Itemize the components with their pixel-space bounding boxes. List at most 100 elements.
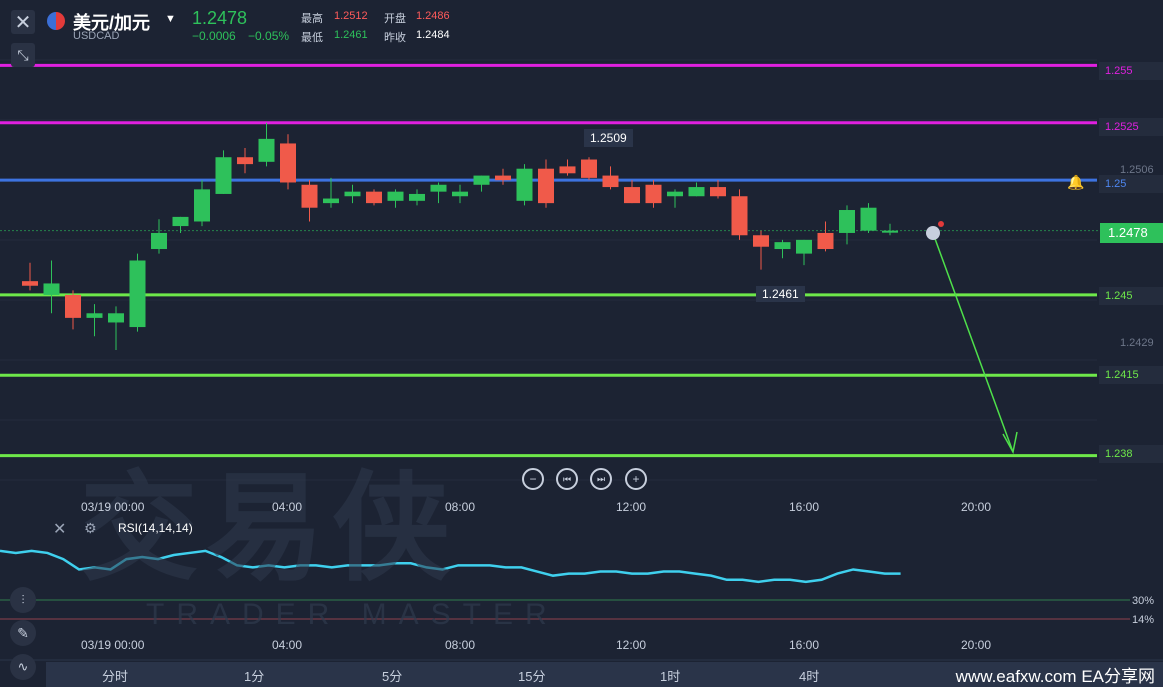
candle-body xyxy=(731,196,748,236)
price-change: −0.0006 xyxy=(192,29,236,43)
tab-15m[interactable]: 15分 xyxy=(518,666,545,685)
time-tick: 03/19 00:00 xyxy=(81,500,145,514)
candle-body xyxy=(667,191,683,197)
open-label: 开盘 xyxy=(384,13,406,25)
rsi-label: RSI(14,14,14) xyxy=(118,521,193,535)
candle-body xyxy=(215,157,232,194)
candle-body xyxy=(473,175,490,185)
time-tick: 16:00 xyxy=(789,638,820,652)
candle-body xyxy=(366,191,382,204)
skip-back-icon: ⏮ xyxy=(562,473,572,484)
collapse-arrows-icon[interactable]: ⤡ xyxy=(11,43,35,67)
time-tick: 04:00 xyxy=(272,500,303,514)
candle-body xyxy=(581,159,597,178)
candle-body xyxy=(860,207,877,231)
rsi-close-icon[interactable]: ✕ xyxy=(53,519,66,539)
low-label: 最低 xyxy=(301,32,323,44)
site-watermark: www.eafxw.com EA分享网 xyxy=(955,667,1155,686)
level-badge-1255: 1.255 xyxy=(1099,62,1163,80)
time-tick: 08:00 xyxy=(445,638,476,652)
watermark-sub: TRADER MASTER xyxy=(146,598,559,631)
candle-body xyxy=(452,191,468,197)
alarm-bell-icon[interactable]: 🔔 xyxy=(1067,174,1084,191)
candle-body xyxy=(43,283,60,295)
candle-body xyxy=(129,260,146,328)
rsi-level-30: 30% xyxy=(1132,595,1155,607)
candle-body xyxy=(753,235,769,247)
watermark: 交易侠 xyxy=(80,463,459,595)
candle-body xyxy=(237,157,253,165)
prev-close-label: 昨收 xyxy=(384,32,406,44)
next-button[interactable]: ⏭ xyxy=(590,468,612,490)
high-value: 1.2512 xyxy=(334,10,368,22)
time-tick: 12:00 xyxy=(616,638,647,652)
high-label: 最高 xyxy=(301,13,323,25)
indicator-icon[interactable]: ⫶ xyxy=(10,587,36,613)
candle-body xyxy=(688,187,705,197)
price-tick: 1.2429 xyxy=(1120,337,1154,349)
candle-body xyxy=(538,168,554,204)
candle-body xyxy=(409,193,425,201)
chart-type-icon[interactable]: ∿ xyxy=(10,654,36,680)
candle-body xyxy=(817,232,834,250)
candle-body xyxy=(516,168,533,201)
candle-body xyxy=(258,138,275,162)
candle-body xyxy=(65,294,81,318)
level-badge-12415: 1.2415 xyxy=(1099,366,1163,384)
pen-icon[interactable]: ✎ xyxy=(10,620,36,646)
candle-body xyxy=(151,232,167,250)
candle-body xyxy=(280,143,296,183)
candle-body xyxy=(108,313,124,323)
time-tick: 16:00 xyxy=(789,500,820,514)
alert-dot xyxy=(938,221,944,227)
tab-5m[interactable]: 5分 xyxy=(382,666,402,685)
zoom-out-button[interactable]: − xyxy=(522,468,544,490)
symbol: USDCAD xyxy=(73,30,120,42)
prev-close-value: 1.2484 xyxy=(416,29,450,41)
info-marker xyxy=(926,226,940,240)
tab-1h[interactable]: 1时 xyxy=(660,666,680,685)
candle-body xyxy=(86,313,103,318)
current-price: 1.2478 xyxy=(192,8,248,28)
level-badge-1238: 1.238 xyxy=(1099,445,1163,463)
candle-body xyxy=(430,184,447,192)
candle-body xyxy=(710,187,726,197)
candle-body xyxy=(602,175,619,188)
flag-icon xyxy=(47,12,65,30)
candle-body xyxy=(194,189,210,222)
rsi-level-14: 14% xyxy=(1132,614,1155,626)
open-value: 1.2486 xyxy=(416,10,450,22)
candle-body xyxy=(344,191,361,197)
low-annotation: 1.2461 xyxy=(756,286,805,302)
time-tick: 20:00 xyxy=(961,500,992,514)
header: ✕ ⤡ 美元/加元 ▼ USDCAD 1.2478 −0.0006 −0.05%… xyxy=(0,0,1163,67)
high-annotation: 1.2509 xyxy=(584,129,633,147)
candle-body xyxy=(559,166,576,174)
price-change-pct: −0.05% xyxy=(248,29,290,43)
candle-body xyxy=(882,230,898,233)
candle-body xyxy=(22,281,38,286)
candle-body xyxy=(796,239,812,254)
time-tick: 12:00 xyxy=(616,500,647,514)
zoom-in-button[interactable]: + xyxy=(625,468,647,490)
time-tick: 08:00 xyxy=(445,500,476,514)
prev-button[interactable]: ⏮ xyxy=(556,468,578,490)
candle-body xyxy=(323,198,339,204)
candle-body xyxy=(301,184,318,208)
price-tick: 1.2506 xyxy=(1120,164,1154,176)
time-tick: 04:00 xyxy=(272,638,303,652)
low-value: 1.2461 xyxy=(334,29,368,41)
tab-tick[interactable]: 分时 xyxy=(102,666,128,685)
current-price-badge: 1.2478 xyxy=(1100,223,1163,243)
tab-4h[interactable]: 4时 xyxy=(799,666,819,685)
time-tick: 20:00 xyxy=(961,638,992,652)
close-icon[interactable]: ✕ xyxy=(11,10,35,34)
plus-icon: + xyxy=(632,472,640,486)
chevron-down-icon[interactable]: ▼ xyxy=(165,13,176,25)
tab-1m[interactable]: 1分 xyxy=(244,666,264,685)
candle-body xyxy=(495,175,511,181)
settings-icon[interactable]: ⚙ xyxy=(84,520,97,537)
skip-forward-icon: ⏭ xyxy=(596,473,606,484)
candle-body xyxy=(839,210,855,233)
level-badge-1245: 1.245 xyxy=(1099,287,1163,305)
